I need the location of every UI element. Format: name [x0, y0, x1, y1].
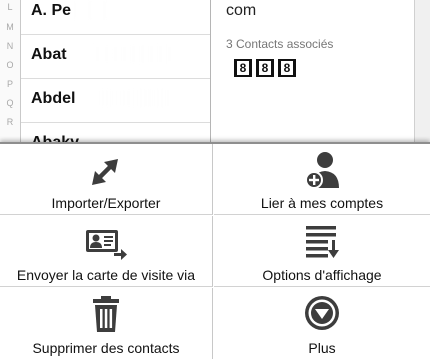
menu-item-label: Plus: [308, 340, 336, 356]
linked-account-badges: 8 8 8: [234, 59, 296, 77]
contact-name: Abaky: [31, 134, 79, 142]
index-letter[interactable]: M: [0, 22, 20, 32]
contact-name: A. Pe: [31, 2, 72, 19]
more-menu-item[interactable]: Plus: [214, 288, 430, 359]
contact-name: Abdel: [31, 90, 76, 107]
pane-divider: [210, 0, 211, 142]
chevron-down-circle-icon: [305, 296, 339, 330]
trash-icon: [93, 296, 119, 332]
contact-list-item[interactable]: A. Pe: [21, 0, 210, 35]
menu-item-label: Lier à mes comptes: [260, 195, 384, 211]
linked-contacts-count: 3 Contacts associés: [226, 37, 334, 51]
contact-list: A. Pe Abat Abdel Abaky: [21, 0, 210, 142]
scroll-edge: [414, 0, 430, 142]
redaction-blur: [73, 0, 119, 20]
menu-item-label: Options d'affichage: [262, 267, 382, 283]
display-options-menu-item[interactable]: Options d'affichage: [214, 216, 430, 287]
linked-account-icon[interactable]: 8: [256, 59, 274, 77]
import-export-menu-item[interactable]: Importer/Exporter: [0, 144, 213, 215]
linked-account-icon[interactable]: 8: [278, 59, 296, 77]
contact-list-item[interactable]: Abdel: [21, 78, 210, 123]
list-sort-icon: [306, 226, 339, 258]
detail-account-text: com: [226, 2, 257, 19]
alphabet-index-rail[interactable]: L M N O P Q R: [0, 0, 21, 142]
options-menu: Importer/Exporter Lier à mes comptes Env…: [0, 142, 430, 359]
contact-detail-pane: com 3 Contacts associés 8 8 8: [212, 0, 412, 142]
link-account-person-icon: [305, 152, 339, 189]
menu-item-label: Importer/Exporter: [51, 195, 161, 211]
index-letter[interactable]: N: [0, 41, 20, 51]
menu-item-label: Envoyer la carte de visite via: [16, 267, 196, 283]
import-export-arrows-icon: [92, 159, 118, 185]
index-letter[interactable]: L: [0, 2, 20, 12]
contact-list-item[interactable]: Abat: [21, 34, 210, 79]
linked-account-icon[interactable]: 8: [234, 59, 252, 77]
menu-item-label: Supprimer des contacts: [32, 340, 180, 356]
index-letter[interactable]: Q: [0, 98, 20, 108]
send-business-card-menu-item[interactable]: Envoyer la carte de visite via: [0, 216, 213, 287]
index-letter[interactable]: R: [0, 117, 20, 127]
index-letter[interactable]: O: [0, 60, 20, 70]
index-letter[interactable]: P: [0, 79, 20, 89]
link-accounts-menu-item[interactable]: Lier à mes comptes: [214, 144, 430, 215]
redaction-blur: [97, 88, 169, 108]
contact-name: Abat: [31, 46, 67, 63]
delete-contacts-menu-item[interactable]: Supprimer des contacts: [0, 288, 213, 359]
contact-list-item[interactable]: Abaky: [21, 122, 210, 142]
redaction-blur: [93, 44, 173, 64]
contacts-screen: L M N O P Q R A. Pe Abat Abdel Abaky com…: [0, 0, 430, 142]
business-card-send-icon: [86, 230, 127, 260]
